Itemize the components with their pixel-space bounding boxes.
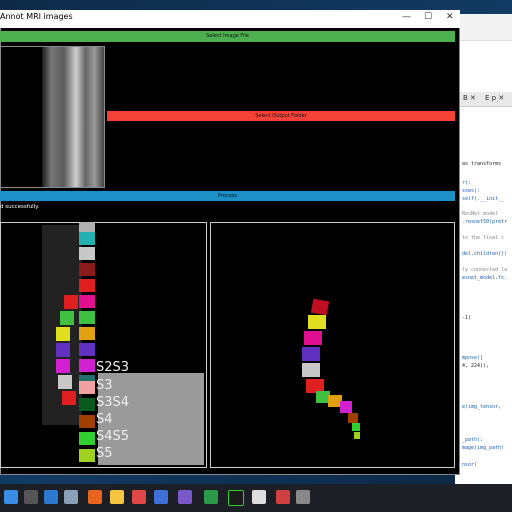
legend-swatch [79,381,95,394]
annotated-spine-overlay [42,225,82,425]
segmentation-mask [302,298,360,439]
legend-label: S3 [96,378,113,393]
legend-swatch [79,263,95,276]
code-line: r): [462,180,472,186]
legend-label: S3S4 [96,395,130,410]
legend-swatch [79,343,95,356]
search-icon[interactable] [24,490,38,504]
select-output-folder-button[interactable]: Select Output Folder [107,111,455,121]
legend-swatch [79,432,95,445]
mri-image [42,47,104,187]
ide-toolbar [455,14,512,41]
legend-background [98,373,204,465]
legend-swatch [79,311,95,324]
start-icon[interactable] [4,490,18,504]
maximize-button[interactable]: ☐ [424,12,432,22]
code-line: esnet_model.fc. [462,275,508,281]
ide-tab-2[interactable]: E p ✕ [485,94,504,102]
legend-swatch [79,279,95,292]
select-image-button[interactable]: Select Image File [0,31,455,42]
chrome-icon[interactable] [132,490,146,504]
window-title: Annot MRI images [0,12,73,21]
code-line: e(img_tensor, [462,404,502,410]
legend-label: S4S5 [96,429,130,444]
process-button[interactable]: Process [0,191,455,201]
code-line: to the final c [462,235,505,241]
ide-tabs: B ✕ E p ✕ [455,92,512,107]
code-line: 4, 224)), [462,363,490,369]
edge-icon[interactable] [44,490,58,504]
code-line: as transforms [462,161,502,167]
app-icon[interactable] [154,490,168,504]
app-icon[interactable] [228,490,244,506]
legend-swatch [79,232,95,245]
legend-swatch [79,415,95,428]
code-line: nsor) [462,462,478,468]
code-line: self).__init__ [462,196,505,202]
code-line: mpose([ [462,355,484,361]
close-button[interactable]: ✕ [446,12,454,22]
folder-icon[interactable] [110,490,124,504]
code-line: ly connected la [462,267,508,273]
ide-tab-1[interactable]: B ✕ [463,94,476,102]
code-line: sses): [462,188,481,194]
legend-label: S5 [96,446,113,461]
code-line: -1) [462,315,472,321]
brave-icon[interactable] [88,490,102,504]
app-icon[interactable] [178,490,192,504]
legend-swatch [79,449,95,462]
legend-swatch [79,359,95,372]
code-line: _path): [462,437,484,443]
legend-swatch [79,295,95,308]
code-line: ResNet model [462,211,499,217]
ide-background-window [455,14,512,484]
legend-swatch [79,247,95,260]
legend-swatch [79,398,95,411]
file-explorer-icon[interactable] [64,490,78,504]
code-line: mage(img_path) [462,445,505,451]
minimize-button[interactable]: — [402,12,411,22]
legend-label: S4 [96,412,113,427]
python-window-icon[interactable] [296,490,310,504]
code-line: del.children()) [462,251,508,257]
app-icon[interactable] [252,490,266,504]
code-line: .resnet50(pretr [462,219,508,225]
legend-label: S2S3 [96,360,130,375]
status-message: d successfully. [0,204,40,210]
app-icon[interactable] [276,490,290,504]
legend-swatch [79,327,95,340]
app-icon[interactable] [204,490,218,504]
